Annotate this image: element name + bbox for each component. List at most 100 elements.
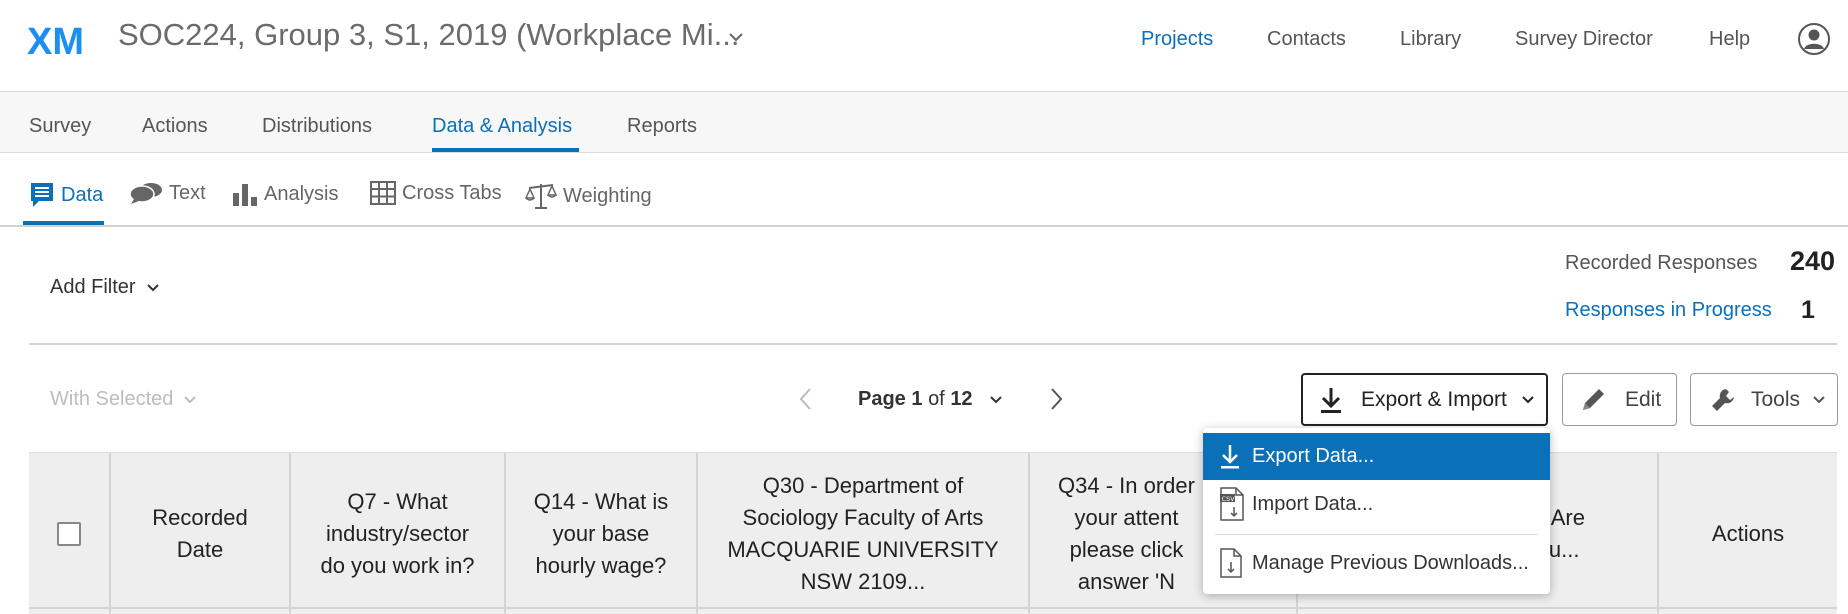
next-page-icon[interactable] [1045,386,1067,412]
page-of: of [928,388,945,410]
edit-button[interactable]: Edit [1562,373,1677,426]
tab-cross-tabs[interactable]: Cross Tabs [370,181,502,205]
tab-data-label: Data [61,183,104,206]
speech-bubbles-icon [129,183,162,204]
svg-text:CSV: CSV [1222,495,1236,503]
active-tab-indicator [432,148,579,152]
page-word: Page [858,388,906,410]
add-filter-label: Add Filter [50,276,136,298]
menu-divider [1215,534,1538,535]
tools-button[interactable]: Tools [1690,373,1838,426]
bar-chart-icon [233,184,257,206]
column-q7-line: industry/sector [325,521,470,546]
recorded-responses-label: Recorded Responses [1565,252,1758,274]
tab-text-label: Text [169,181,206,204]
export-import-button[interactable]: Export & Import [1301,373,1548,426]
select-all-cell [29,453,111,614]
tab-weighting[interactable]: Weighting [525,181,652,211]
recorded-responses-count: 240 [1790,246,1836,276]
column-q30[interactable]: Q30 - Department of Sociology Faculty of… [698,453,1030,614]
column-q7-line: do you work in? [320,553,475,578]
project-title[interactable]: SOC224, Group 3, S1, 2019 (Workplace Mi.… [118,17,739,53]
column-q30-line: Q30 - Department of [762,473,964,498]
chevron-down-icon [146,283,159,291]
file-icon [1220,548,1242,578]
column-q30-line: MACQUARIE UNIVERSITY [727,537,999,562]
column-recorded-date-line1: Recorded [152,505,248,530]
wrench-icon [1712,388,1734,411]
chevron-down-icon [1813,395,1825,403]
previous-page-icon[interactable] [795,386,817,412]
column-recorded-date-line2: Date [176,537,224,562]
column-actions-label: Actions [1711,521,1785,546]
column-q7[interactable]: Q7 - What industry/sector do you work in… [291,453,506,614]
menu-item-export-data-label: Export Data... [1252,445,1375,467]
section-divider [29,343,1837,345]
tab-data-analysis[interactable]: Data & Analysis [432,115,572,138]
page-current: 1 [911,388,923,410]
responses-in-progress-link[interactable]: Responses in Progress [1565,299,1772,322]
tab-analysis-label: Analysis [264,182,339,205]
scale-icon [525,184,557,209]
column-q14-line: your base [552,521,650,546]
column-recorded-date[interactable]: Recorded Date [111,453,291,614]
tab-cross-tabs-label: Cross Tabs [402,181,502,204]
grid-icon [370,181,396,205]
tools-label: Tools [1751,387,1801,411]
nav-projects[interactable]: Projects [1141,28,1213,51]
menu-item-import-data-label: Import Data... [1252,492,1374,515]
chevron-down-icon [184,395,197,403]
column-q7-line: Q7 - What [347,489,448,514]
chevron-down-icon[interactable] [728,30,744,44]
top-header: XM SOC224, Group 3, S1, 2019 (Workplace … [0,0,1848,92]
menu-item-manage-downloads-label: Manage Previous Downloads... [1252,551,1529,574]
tertiary-nav: Data Text Analysis Cross Tabs Weighting [0,153,1848,227]
nav-help[interactable]: Help [1709,28,1750,51]
active-subtab-indicator [23,221,104,225]
with-selected-dropdown[interactable]: With Selected [50,388,197,411]
column-q34-line: answer 'N [1077,569,1176,594]
column-q14-line: Q14 - What is [533,489,669,514]
pencil-icon [1583,388,1604,410]
menu-item-manage-downloads[interactable]: Manage Previous Downloads... [1203,538,1550,588]
column-q30-line: NSW 2109... [800,569,926,594]
tab-reports[interactable]: Reports [627,115,697,138]
add-filter-button[interactable]: Add Filter [50,276,160,299]
select-all-checkbox[interactable] [57,522,81,546]
nav-contacts[interactable]: Contacts [1267,28,1346,51]
secondary-nav: Survey Actions Distributions Data & Anal… [0,92,1848,153]
tab-actions[interactable]: Actions [142,115,208,138]
responses-in-progress-count: 1 [1801,296,1815,324]
page-selector[interactable]: Page 1 of 12 [858,388,1003,411]
export-import-menu: Export Data... CSV Import Data... Manage… [1203,428,1550,594]
column-q14[interactable]: Q14 - What is your base hourly wage? [506,453,698,614]
data-icon [31,183,53,207]
column-actions: Actions [1659,453,1837,614]
xm-logo[interactable]: XM [27,20,93,60]
tab-data[interactable]: Data [29,181,103,209]
nav-library[interactable]: Library [1400,28,1461,51]
tab-weighting-label: Weighting [563,184,652,207]
tab-analysis[interactable]: Analysis [232,181,338,207]
column-q34-line: please click [1069,537,1184,562]
menu-item-import-data[interactable]: CSV Import Data... [1203,480,1550,528]
tab-survey[interactable]: Survey [29,115,91,138]
tab-distributions[interactable]: Distributions [262,115,372,138]
menu-item-export-data[interactable]: Export Data... [1203,433,1550,480]
user-avatar-icon[interactable] [1797,22,1831,56]
table-row-separator [29,607,1837,609]
csv-file-icon: CSV [1220,487,1244,521]
chevron-down-icon [1522,395,1534,403]
logo-text: XM [27,21,84,60]
export-import-label: Export & Import [1361,387,1507,411]
nav-survey-director[interactable]: Survey Director [1515,28,1653,51]
column-q14-line: hourly wage? [535,553,667,578]
download-icon [1321,387,1341,413]
column-q34-line: your attent [1074,505,1179,530]
edit-label: Edit [1625,387,1662,411]
with-selected-label: With Selected [50,388,174,410]
responses-table-header: Recorded Date Q7 - What industry/sector d… [29,452,1837,614]
column-q34-line: Q34 - In order [1058,473,1195,498]
column-q30-line: Sociology Faculty of Arts [742,505,984,530]
tab-text[interactable]: Text [129,181,206,205]
